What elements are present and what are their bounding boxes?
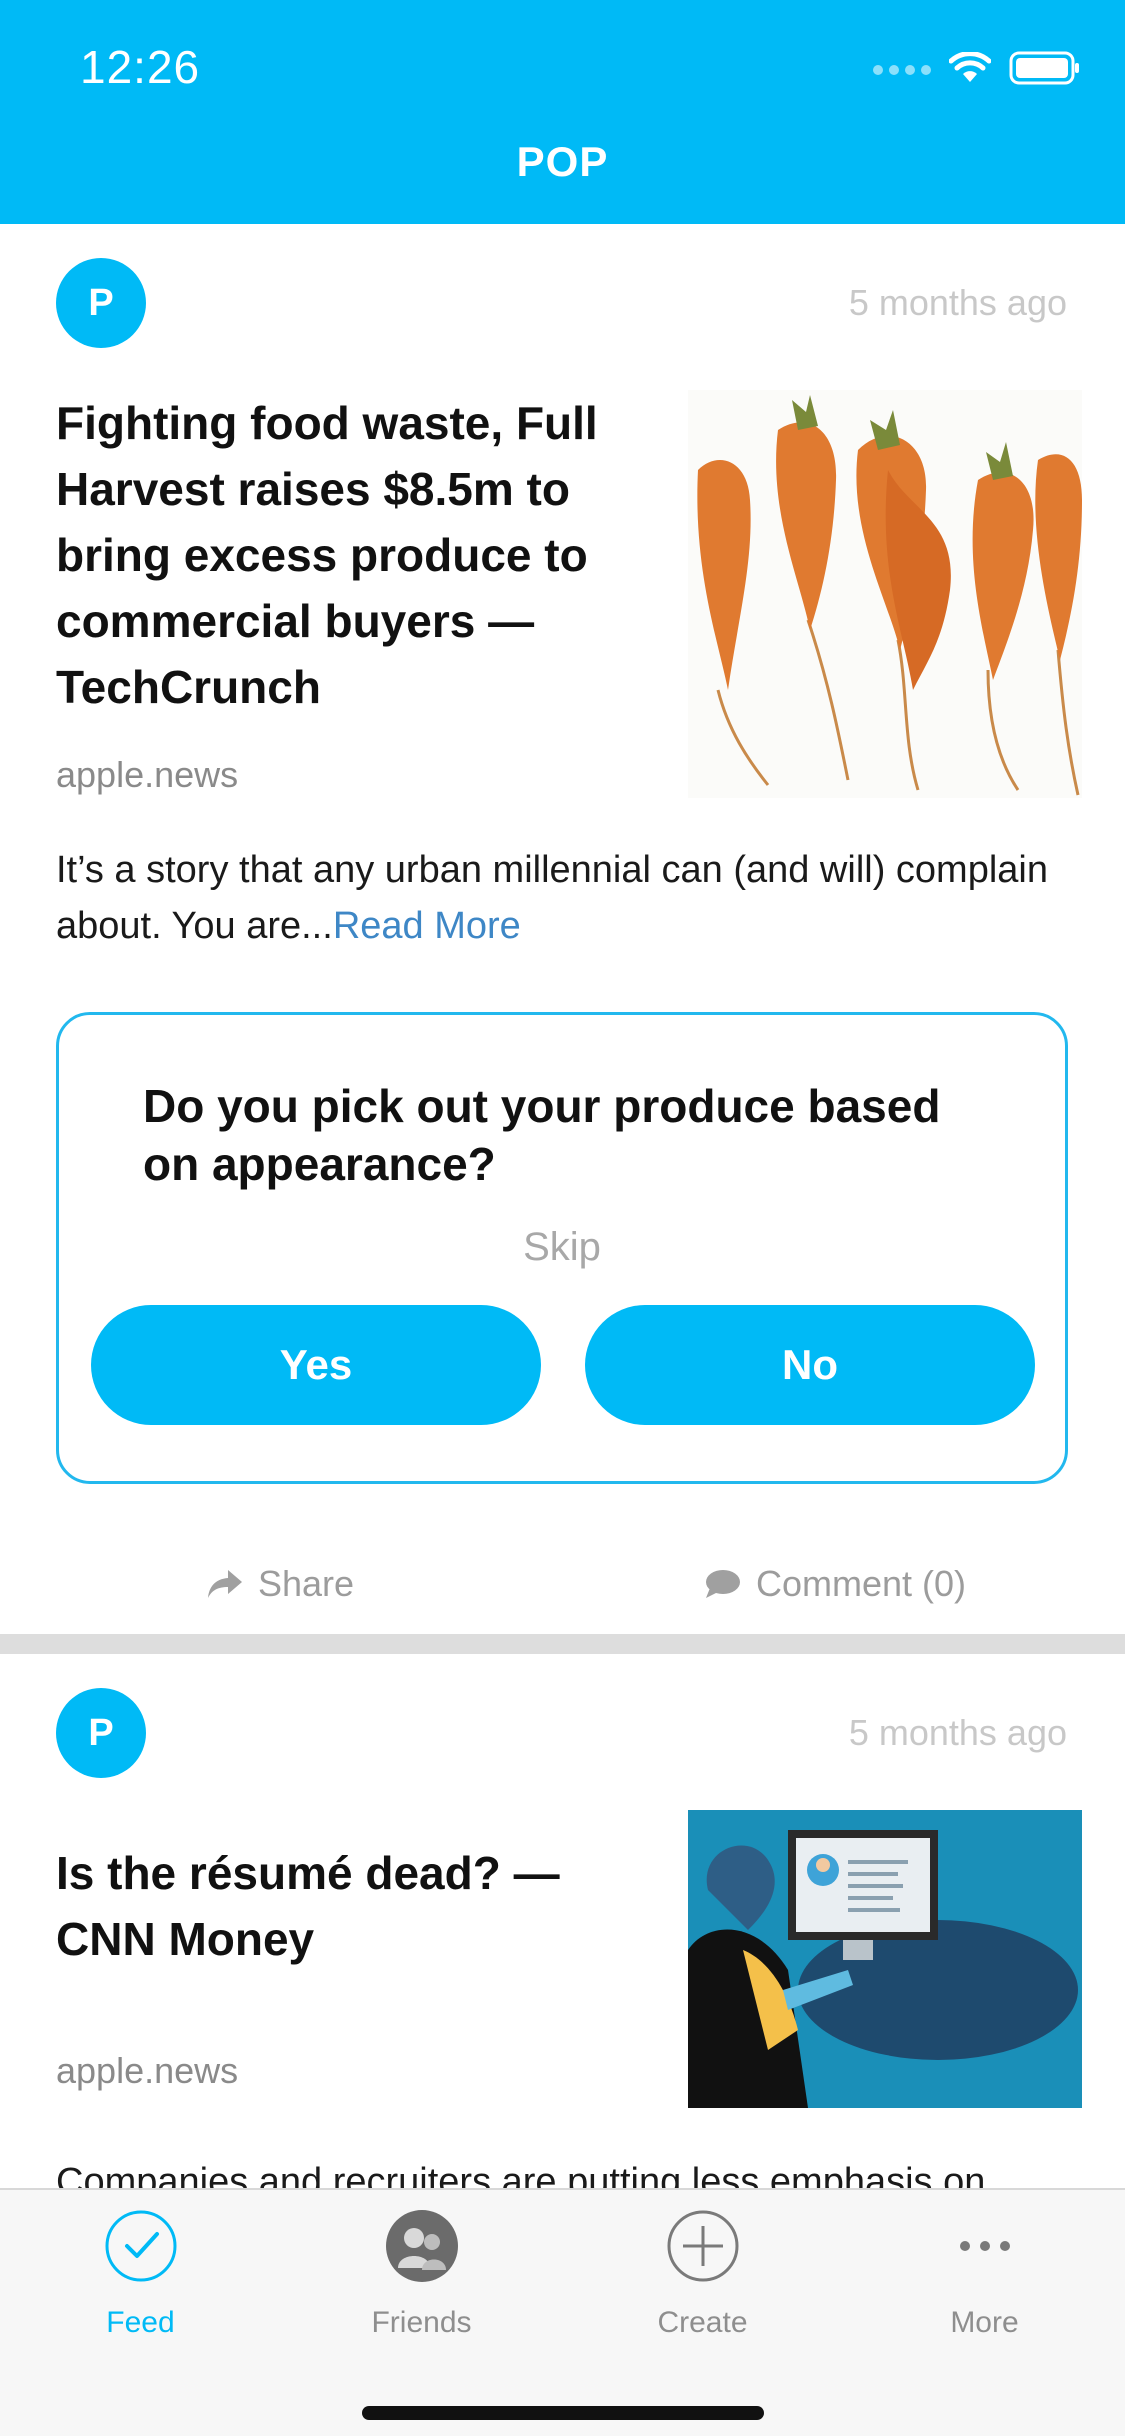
- comment-bubble-icon: [704, 1568, 742, 1600]
- poll-card: Do you pick out your produce based on ap…: [56, 1012, 1068, 1484]
- poll-no-button[interactable]: No: [585, 1305, 1035, 1425]
- excerpt-text: It’s a story that any urban millennial c…: [56, 849, 1048, 947]
- post-source: apple.news: [56, 2050, 239, 2091]
- poll-skip-button[interactable]: Skip: [59, 1225, 1065, 1270]
- tab-friends[interactable]: Friends: [281, 2208, 562, 2358]
- poll-question: Do you pick out your produce based on ap…: [143, 1080, 941, 1190]
- poll-yes-button[interactable]: Yes: [91, 1305, 541, 1425]
- post-excerpt: It’s a story that any urban millennial c…: [56, 842, 1076, 954]
- read-more-link[interactable]: Read More: [333, 905, 521, 947]
- page-title: POP: [516, 138, 609, 185]
- carrots-thumbnail[interactable]: [688, 390, 1082, 798]
- battery-icon: [1009, 51, 1081, 90]
- app-screen: 12:26 POP P 5 months ago Fighting food w…: [0, 0, 1125, 2436]
- feed-list[interactable]: P 5 months ago Fighting food waste, Full…: [0, 224, 1125, 2188]
- tab-label: More: [950, 2306, 1019, 2339]
- post-excerpt: Companies and recruiters are putting les…: [56, 2161, 986, 2188]
- feed-post: P 5 months ago Is the résumé dead? — CNN…: [0, 1654, 1125, 2188]
- checkmark-circle-icon: [103, 2208, 179, 2284]
- post-separator: [0, 1634, 1125, 1654]
- nav-header: 12:26 POP: [0, 0, 1125, 224]
- share-arrow-icon: [206, 1568, 244, 1600]
- comment-label: Comment (0): [756, 1563, 967, 1604]
- feed-post: P 5 months ago Fighting food waste, Full…: [0, 224, 1125, 1634]
- cellular-signal-icon: [873, 65, 931, 75]
- friends-icon: [384, 2208, 460, 2284]
- home-indicator[interactable]: [362, 2406, 764, 2420]
- post-actions: Share Comment (0): [0, 1544, 1125, 1624]
- post-source: apple.news: [56, 754, 239, 795]
- tab-label: Create: [657, 2306, 748, 2339]
- wifi-icon: [948, 50, 992, 89]
- tab-create[interactable]: Create: [562, 2208, 843, 2358]
- avatar[interactable]: P: [56, 1688, 146, 1778]
- tab-more[interactable]: More: [844, 2208, 1125, 2358]
- post-title[interactable]: Fighting food waste, Full Harvest raises…: [56, 390, 656, 720]
- tab-label: Feed: [106, 2306, 175, 2339]
- ellipsis-icon: [947, 2208, 1023, 2284]
- tab-feed[interactable]: Feed: [0, 2208, 281, 2358]
- status-time: 12:26: [80, 41, 201, 93]
- share-label: Share: [258, 1563, 355, 1604]
- tab-bar: Feed Friends Create More: [0, 2188, 1125, 2436]
- post-timestamp: 5 months ago: [848, 1712, 1067, 1753]
- share-button[interactable]: Share: [206, 1544, 354, 1624]
- status-indicators: [873, 50, 1081, 90]
- avatar[interactable]: P: [56, 258, 146, 348]
- plus-circle-icon: [665, 2208, 741, 2284]
- resume-thumbnail[interactable]: [688, 1810, 1082, 2108]
- post-timestamp: 5 months ago: [848, 282, 1067, 323]
- tab-label: Friends: [371, 2306, 472, 2339]
- comment-button[interactable]: Comment (0): [704, 1544, 966, 1624]
- post-title[interactable]: Is the résumé dead? — CNN Money: [56, 1840, 656, 1972]
